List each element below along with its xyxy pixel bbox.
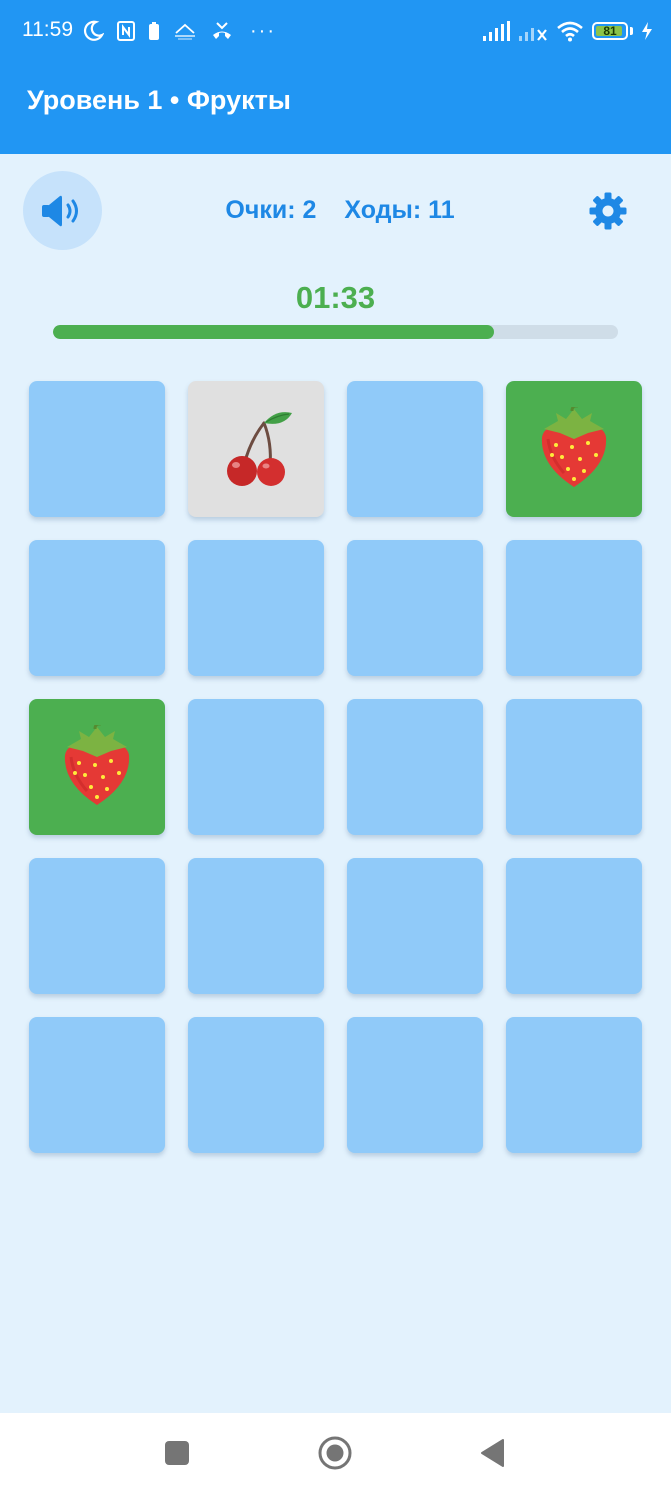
nfc-icon <box>117 21 135 41</box>
gear-icon <box>589 192 627 230</box>
recents-button[interactable] <box>157 1433 197 1473</box>
battery-cap <box>630 27 633 35</box>
wifi-icon <box>557 21 583 42</box>
moon-icon <box>84 20 104 41</box>
charging-icon <box>642 22 652 40</box>
timer-progress-fill <box>53 325 494 339</box>
cherry-icon <box>214 407 298 491</box>
card-hidden[interactable] <box>29 1017 165 1153</box>
card-hidden[interactable] <box>188 699 324 835</box>
score-label: Очки: 2 <box>225 196 317 224</box>
battery-saver-icon <box>149 22 159 40</box>
card-hidden[interactable] <box>347 540 483 676</box>
card-hidden[interactable] <box>506 699 642 835</box>
battery-level: 81 <box>603 24 617 38</box>
moves-label: Ходы: 11 <box>344 196 455 224</box>
settings-button[interactable] <box>585 188 631 234</box>
card-hidden[interactable] <box>188 1017 324 1153</box>
card-open[interactable] <box>188 381 324 517</box>
game-stats: Очки: 2 Ходы: 11 <box>180 192 500 228</box>
status-bar: 11:59 ··· 81 <box>0 0 671 62</box>
card-hidden[interactable] <box>29 540 165 676</box>
game-screen: 11:59 ··· 81 Уровень 1 • Фрукты Очки: 2 … <box>0 0 671 1492</box>
card-grid <box>29 381 642 1153</box>
status-icons-left: ··· <box>82 18 276 44</box>
more-notifications-indicator: ··· <box>250 20 276 42</box>
strawberry-icon <box>57 725 137 809</box>
timer-display: 01:33 <box>295 280 376 315</box>
card-hidden[interactable] <box>506 858 642 994</box>
card-hidden[interactable] <box>29 381 165 517</box>
top-app-area: 11:59 ··· 81 Уровень 1 • Фрукты <box>0 0 671 154</box>
home-button[interactable] <box>315 1433 355 1473</box>
status-time: 11:59 <box>22 18 73 41</box>
card-hidden[interactable] <box>188 858 324 994</box>
card-hidden[interactable] <box>347 381 483 517</box>
back-button[interactable] <box>472 1433 512 1473</box>
recents-square-icon <box>165 1441 189 1465</box>
back-triangle-icon <box>481 1439 504 1467</box>
strawberry-icon <box>534 407 614 491</box>
card-hidden[interactable] <box>347 699 483 835</box>
card-matched[interactable] <box>29 699 165 835</box>
sound-toggle-button[interactable] <box>23 171 102 250</box>
system-navigation-bar <box>0 1413 671 1492</box>
home-circle-icon <box>318 1436 352 1470</box>
battery-icon: 81 <box>592 22 628 40</box>
card-hidden[interactable] <box>29 858 165 994</box>
card-hidden[interactable] <box>506 540 642 676</box>
comfort-icon <box>175 23 195 40</box>
status-icons-right: 81 <box>482 16 653 46</box>
signal-no-service-icon <box>519 28 547 41</box>
missed-call-icon <box>213 22 231 39</box>
page-title: Уровень 1 • Фрукты <box>27 85 291 115</box>
timer-progress-bar <box>53 325 618 339</box>
signal-icon <box>483 21 510 41</box>
card-hidden[interactable] <box>188 540 324 676</box>
volume-icon <box>41 195 78 226</box>
card-hidden[interactable] <box>347 1017 483 1153</box>
card-matched[interactable] <box>506 381 642 517</box>
card-hidden[interactable] <box>347 858 483 994</box>
card-hidden[interactable] <box>506 1017 642 1153</box>
